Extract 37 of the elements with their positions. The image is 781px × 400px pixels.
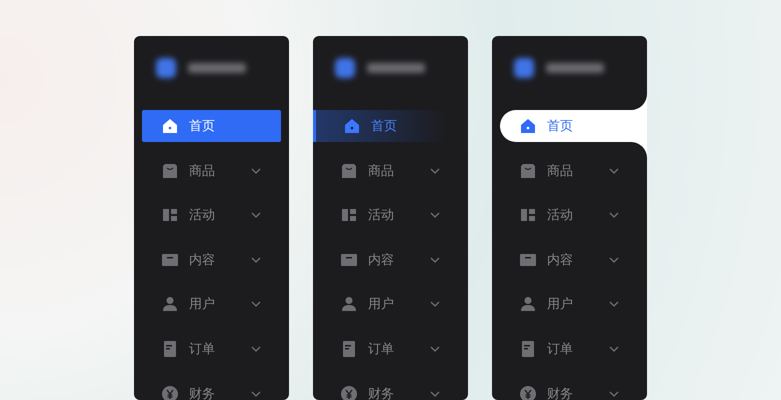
user-icon [520,296,536,312]
menu-item[interactable]: 商品 [321,154,460,187]
grid-icon [520,207,536,224]
tray-icon [162,252,178,268]
home-icon [162,118,178,134]
bag-icon [520,162,536,179]
grid-icon [341,207,357,224]
menu-item[interactable]: 商品 [500,154,639,187]
menu-item[interactable]: 订单 [142,332,281,365]
menu-item[interactable]: 用户 [142,288,281,320]
document-icon [341,340,357,357]
menu-item[interactable]: 活动 [500,199,639,232]
document-icon [162,340,178,357]
menu-item[interactable]: 订单 [500,332,639,365]
home-icon [344,118,360,134]
menu-item[interactable]: 活动 [321,199,460,232]
menu-item[interactable]: 财务 [321,378,460,400]
menu-item[interactable]: 财务 [142,378,281,400]
menu-item[interactable]: 活动 [142,199,281,232]
grid-icon [162,207,178,224]
menu-item[interactable]: 用户 [500,288,639,320]
user-icon [162,296,178,312]
menu-item[interactable]: 用户 [321,288,460,320]
bag-icon [162,162,178,179]
menu-item[interactable]: 首页 [142,110,281,142]
menu-item[interactable]: 财务 [500,378,639,400]
menu-item[interactable]: 内容 [142,244,281,276]
tray-icon [520,252,536,268]
home-icon [520,118,536,134]
menu-item[interactable]: 内容 [321,244,460,276]
tray-icon [341,252,357,268]
document-icon [520,340,536,357]
bag-icon [341,162,357,179]
menu-item[interactable]: 内容 [500,244,639,276]
menu-item[interactable]: 商品 [142,154,281,187]
menu-item[interactable]: 订单 [321,332,460,365]
user-icon [341,296,357,312]
